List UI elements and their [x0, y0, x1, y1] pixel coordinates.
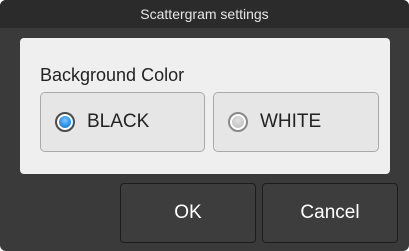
radio-white-label: WHITE	[260, 111, 322, 132]
ok-button[interactable]: OK	[120, 183, 256, 243]
cancel-button[interactable]: Cancel	[262, 183, 398, 243]
settings-panel: Background Color BLACK WHITE	[20, 38, 390, 174]
radio-black-label: BLACK	[87, 111, 150, 132]
radio-unselected-icon	[228, 112, 248, 132]
background-color-label: Background Color	[40, 65, 185, 85]
radio-black[interactable]: BLACK	[40, 92, 205, 152]
radio-selected-icon	[55, 112, 75, 132]
scattergram-settings-dialog: Scattergram settings Background Color BL…	[0, 0, 409, 251]
radio-white[interactable]: WHITE	[213, 92, 379, 152]
dialog-title: Scattergram settings	[0, 0, 409, 28]
